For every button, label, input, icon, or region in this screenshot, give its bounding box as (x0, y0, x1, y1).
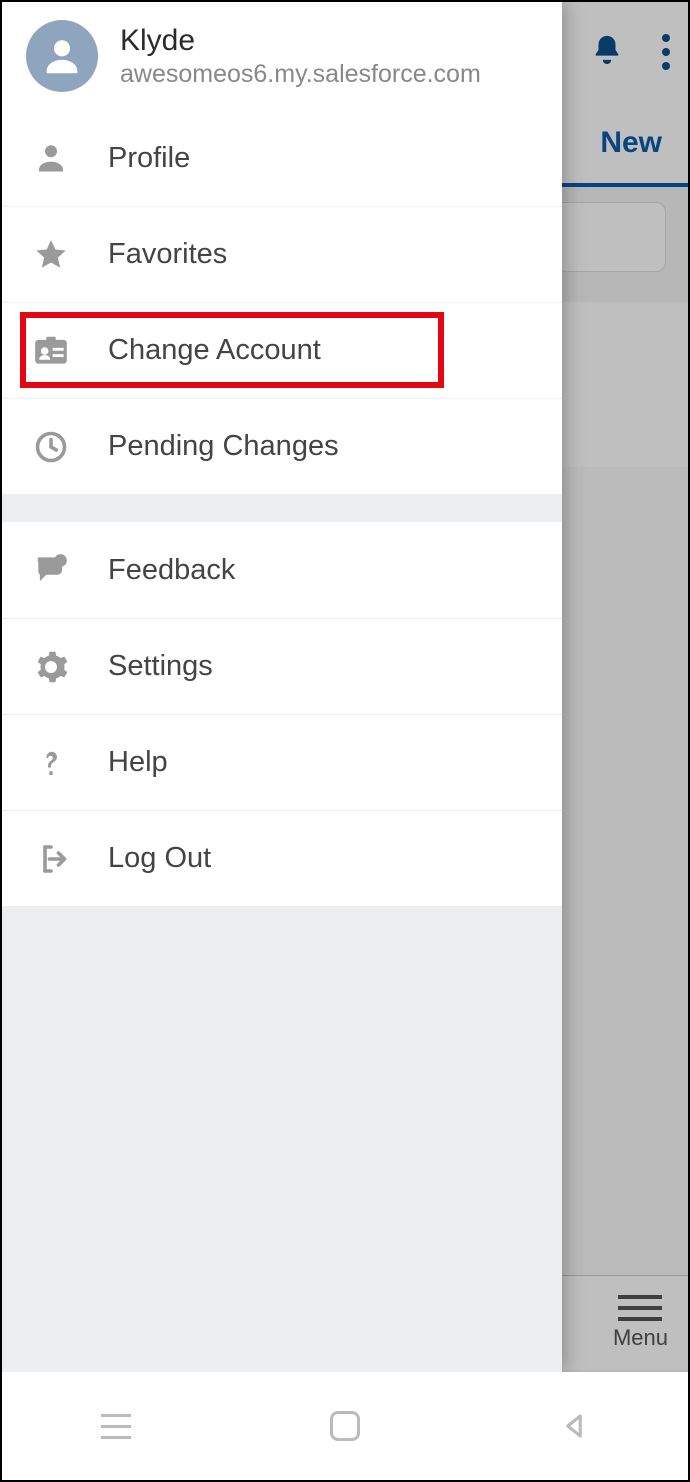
home-icon (330, 1411, 360, 1441)
menu-item-label: Feedback (108, 554, 235, 587)
star-icon (28, 237, 74, 273)
system-nav-bar (2, 1372, 688, 1480)
user-name: Klyde (120, 24, 481, 58)
menu-item-label: Log Out (108, 842, 211, 875)
question-icon (28, 745, 74, 781)
menu-item-label: Favorites (108, 238, 227, 271)
menu-item-label: Profile (108, 142, 190, 175)
menu-group-1: Profile Favorites Change Account Pending… (2, 110, 562, 494)
menu-item-favorites[interactable]: Favorites (2, 206, 562, 302)
nav-back-button[interactable] (556, 1408, 592, 1444)
nav-recents-button[interactable] (98, 1408, 134, 1444)
feedback-icon (28, 551, 74, 589)
menu-item-label: Settings (108, 650, 213, 683)
menu-item-change-account[interactable]: Change Account (2, 302, 562, 398)
clock-icon (28, 429, 74, 465)
back-triangle-icon (559, 1411, 589, 1441)
logout-icon (28, 841, 74, 877)
recents-icon (101, 1414, 131, 1439)
menu-item-pending-changes[interactable]: Pending Changes (2, 398, 562, 494)
user-domain: awesomeos6.my.salesforce.com (120, 60, 481, 89)
nav-home-button[interactable] (327, 1408, 363, 1444)
user-header[interactable]: Klyde awesomeos6.my.salesforce.com (2, 2, 562, 110)
navigation-drawer: Klyde awesomeos6.my.salesforce.com Profi… (2, 2, 562, 1372)
menu-item-label: Help (108, 746, 168, 779)
id-card-icon (28, 332, 74, 370)
person-icon (28, 140, 74, 176)
avatar (26, 20, 98, 92)
menu-item-feedback[interactable]: Feedback (2, 522, 562, 618)
menu-item-settings[interactable]: Settings (2, 618, 562, 714)
menu-divider (2, 494, 562, 522)
menu-group-2: Feedback Settings Help Log Out (2, 522, 562, 906)
menu-item-profile[interactable]: Profile (2, 110, 562, 206)
menu-item-logout[interactable]: Log Out (2, 810, 562, 906)
menu-item-help[interactable]: Help (2, 714, 562, 810)
gear-icon (28, 649, 74, 685)
menu-item-label: Pending Changes (108, 430, 339, 463)
menu-item-label: Change Account (108, 334, 321, 367)
